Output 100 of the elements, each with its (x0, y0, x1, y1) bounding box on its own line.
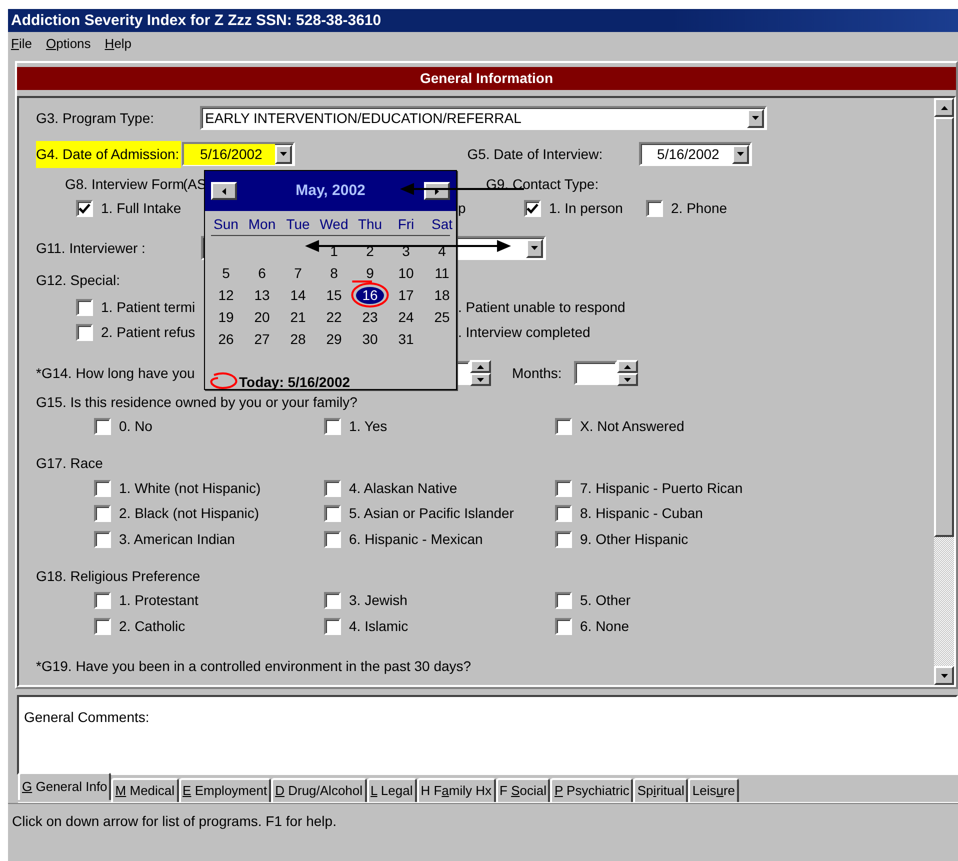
calendar-day[interactable]: 20 (248, 308, 276, 326)
checkbox[interactable] (324, 618, 341, 635)
calendar-day[interactable]: 26 (212, 330, 240, 348)
calendar-day[interactable]: 19 (212, 308, 240, 326)
checkbox[interactable] (76, 200, 93, 217)
months-field[interactable] (574, 361, 617, 385)
calendar-day[interactable]: 11 (428, 264, 456, 282)
field-label: G5. Date of Interview: (467, 146, 603, 162)
spin-up-button[interactable] (470, 360, 491, 373)
weekday-label: Sat (430, 215, 454, 233)
calendar-day[interactable]: 1 (324, 242, 344, 260)
date-field[interactable]: 5/16/2002 (639, 142, 752, 166)
checkbox[interactable] (94, 418, 111, 436)
tab[interactable]: Spiritual (633, 778, 688, 802)
option-label: p (458, 200, 466, 216)
calendar-day[interactable]: 10 (392, 264, 420, 282)
checkbox[interactable] (524, 200, 541, 217)
calendar-day[interactable]: 5 (216, 264, 236, 282)
tab[interactable]: D Drug/Alcohol (271, 778, 367, 802)
tab[interactable]: F Social (496, 778, 550, 802)
menu-item[interactable]: Options (46, 34, 91, 54)
checkbox[interactable] (555, 505, 572, 522)
dropdown-button[interactable] (275, 144, 292, 164)
calendar-day[interactable]: 16 (356, 286, 384, 304)
calendar-day[interactable]: 7 (288, 264, 308, 282)
checkbox[interactable] (646, 200, 663, 217)
dropdown-button[interactable] (747, 108, 764, 128)
option-label: 1. In person (549, 199, 623, 218)
option-label: 8. Hispanic - Cuban (580, 504, 703, 524)
tab[interactable]: L Legal (366, 778, 417, 802)
calendar-day[interactable]: 9 (360, 264, 380, 282)
calendar-day[interactable]: 30 (356, 330, 384, 348)
checkbox[interactable] (324, 480, 341, 497)
calendar-day[interactable]: 28 (284, 330, 312, 348)
comments-box[interactable]: General Comments: (17, 695, 958, 775)
dropdown-button[interactable] (732, 144, 750, 164)
weekday-label: Fri (396, 215, 416, 233)
calendar-day[interactable]: 27 (248, 330, 276, 348)
tab[interactable]: E Employment (178, 778, 272, 802)
checkbox[interactable] (555, 592, 572, 610)
checkbox[interactable] (324, 530, 341, 548)
spin-down-button[interactable] (617, 373, 638, 386)
dropdown-button[interactable] (526, 238, 543, 258)
scroll-up-button[interactable] (934, 98, 954, 117)
checkbox[interactable] (324, 592, 341, 610)
question-label: G15. Is this residence owned by you or your family? (36, 392, 358, 412)
checkbox[interactable] (555, 618, 572, 635)
checkbox[interactable] (555, 418, 572, 436)
calendar-month: May, 2002 (296, 180, 366, 201)
scroll-down-button[interactable] (934, 666, 954, 685)
checkbox[interactable] (76, 299, 93, 316)
scrollbar[interactable] (934, 98, 954, 685)
calendar-day[interactable]: 8 (324, 264, 344, 282)
tab[interactable]: G General Info (18, 772, 112, 800)
calendar-day[interactable]: 6 (252, 264, 272, 282)
option-label: 3. American Indian (119, 530, 235, 549)
spin-down-button[interactable] (470, 373, 491, 386)
calendar-day[interactable]: 25 (428, 308, 456, 326)
left-arrow-icon (222, 188, 226, 194)
checkbox[interactable] (94, 592, 111, 610)
program-type-dropdown[interactable]: EARLY INTERVENTION/EDUCATION/REFERRAL (200, 106, 767, 130)
tab[interactable]: P Psychiatric (550, 778, 634, 802)
checkbox[interactable] (94, 480, 111, 497)
checkbox[interactable] (324, 418, 341, 436)
calendar-day[interactable]: 22 (320, 308, 348, 326)
checkbox[interactable] (94, 505, 111, 522)
calendar-day[interactable]: 15 (320, 286, 348, 304)
calendar-day[interactable]: 21 (284, 308, 312, 326)
spin-up-button[interactable] (617, 360, 638, 373)
tab[interactable]: H Family Hx (416, 778, 496, 802)
checkbox[interactable] (324, 505, 341, 522)
calendar-day[interactable]: 24 (392, 308, 420, 326)
calendar-day[interactable]: 4 (432, 242, 452, 260)
calendar-day[interactable]: 17 (392, 286, 420, 304)
calendar-day[interactable]: 13 (248, 286, 276, 304)
calendar-day[interactable]: 14 (284, 286, 312, 304)
calendar-day[interactable]: 29 (320, 330, 348, 348)
menu-item[interactable]: File (11, 34, 32, 54)
checkbox[interactable] (555, 530, 572, 548)
option-label: 0. No (119, 417, 152, 436)
scroll-thumb[interactable] (934, 117, 954, 537)
calendar-day[interactable]: 18 (428, 286, 456, 304)
option-label: 9. Other Hispanic (580, 530, 688, 549)
checkbox[interactable] (94, 618, 111, 635)
calendar-day[interactable]: 23 (356, 308, 384, 326)
checkbox[interactable] (94, 530, 111, 548)
menu-item[interactable]: Help (104, 34, 132, 54)
calendar-day[interactable]: 12 (212, 286, 240, 304)
tab[interactable]: M Medical (111, 778, 179, 802)
field-label: Months: (512, 364, 563, 382)
option-label: 1. Full Intake (101, 199, 182, 218)
annotation-circle (351, 280, 389, 308)
date-field[interactable]: 5/16/2002 (182, 142, 296, 166)
today-label: Today: 5/16/2002 (239, 373, 350, 392)
checkbox[interactable] (555, 480, 572, 497)
previous-month-button[interactable] (211, 182, 237, 200)
option-label: 4. Islamic (349, 616, 408, 636)
checkbox[interactable] (76, 324, 93, 341)
calendar-day[interactable]: 31 (392, 330, 420, 348)
tab[interactable]: Leisure (688, 778, 740, 802)
